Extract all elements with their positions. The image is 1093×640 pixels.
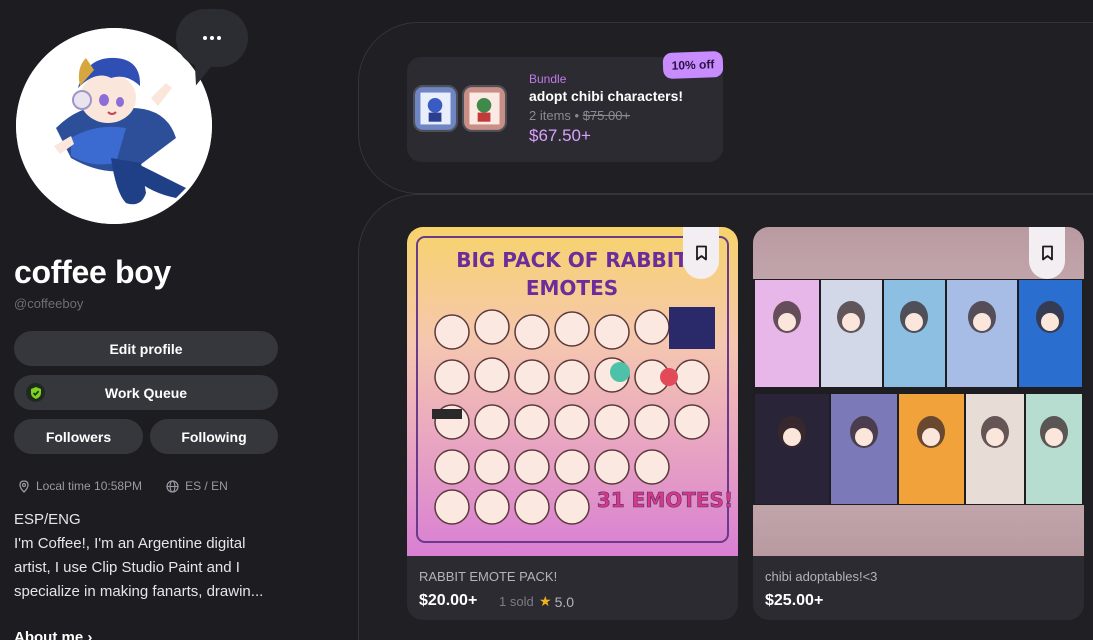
- product-card[interactable]: chibi adoptables!<3 $25.00+: [753, 227, 1084, 620]
- bundle-title: adopt chibi characters!: [529, 88, 684, 104]
- bundle-thumbnail: [462, 85, 507, 132]
- local-time: Local time 10:58PM: [36, 479, 143, 493]
- product-rating: ★ 5.0: [539, 593, 574, 610]
- username-handle: @coffeeboy: [14, 296, 84, 311]
- bookmark-button[interactable]: [1029, 227, 1065, 279]
- more-options-button[interactable]: [176, 9, 248, 67]
- work-queue-button[interactable]: Work Queue: [14, 375, 278, 410]
- image-heading-line-1: BIG PACK OF RABBIT: [456, 248, 688, 272]
- bookmark-icon: [695, 245, 707, 261]
- product-title: RABBIT EMOTE PACK!: [419, 569, 558, 584]
- rating-value: 5.0: [554, 593, 575, 610]
- bundle-items: 2 items • $75.00+: [529, 108, 630, 123]
- product-title: chibi adoptables!<3: [765, 569, 878, 584]
- following-button[interactable]: Following: [150, 419, 278, 454]
- product-price: $25.00+: [765, 592, 824, 609]
- location-pin-icon: [19, 479, 29, 493]
- product-image: BIG PACK OF RABBIT EMOTES 31 EMOTES!: [407, 227, 738, 556]
- bookmark-button[interactable]: [683, 227, 719, 279]
- display-name: coffee boy: [14, 254, 172, 290]
- profile-meta: Local time 10:58PM ES / EN: [18, 479, 228, 493]
- edit-profile-button[interactable]: Edit profile: [14, 331, 278, 366]
- bundle-thumbnail: [413, 85, 458, 132]
- edit-profile-label: Edit profile: [109, 340, 183, 357]
- bookmark-icon: [1041, 245, 1053, 261]
- image-heading-line-2: EMOTES: [526, 276, 618, 300]
- bundle-price: $67.50+: [529, 126, 591, 145]
- product-price: $20.00+: [419, 592, 478, 609]
- bundle-item-count: 2 items •: [529, 108, 583, 123]
- bio: ESP/ENG I'm Coffee!, I'm an Argentine di…: [14, 508, 284, 604]
- bio-line: I'm Coffee!, I'm an Argentine digital ar…: [14, 535, 264, 600]
- star-icon: ★: [539, 593, 552, 609]
- product-card[interactable]: BIG PACK OF RABBIT EMOTES 31 EMOTES! RAB…: [407, 227, 738, 620]
- more-dots-icon: [203, 36, 221, 40]
- shield-check-icon: [26, 383, 45, 402]
- work-queue-label: Work Queue: [104, 384, 188, 401]
- globe-icon: [166, 479, 179, 493]
- about-me-link[interactable]: About me ›: [14, 629, 92, 640]
- followers-button[interactable]: Followers: [14, 419, 143, 454]
- bundle-label: Bundle: [529, 72, 567, 86]
- bio-line: ESP/ENG: [14, 511, 81, 528]
- languages: ES / EN: [185, 479, 228, 493]
- product-sold-count: 1 sold: [499, 594, 534, 609]
- image-badge-text: 31 EMOTES!: [597, 488, 733, 512]
- following-label: Following: [181, 428, 247, 445]
- followers-label: Followers: [45, 428, 112, 445]
- bundle-original-price: $75.00+: [582, 108, 631, 123]
- product-image: [753, 227, 1084, 556]
- discount-badge: 10% off: [662, 50, 724, 80]
